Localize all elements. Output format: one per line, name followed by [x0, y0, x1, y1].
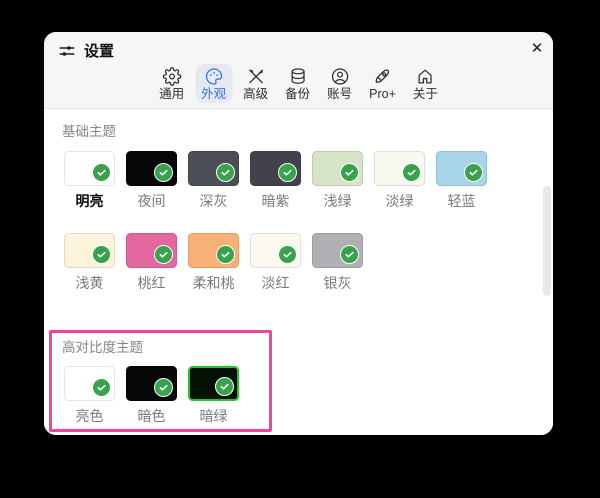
selected-check-icon	[464, 163, 483, 182]
theme-cell[interactable]: 轻蓝	[436, 151, 487, 211]
palette-icon	[204, 67, 223, 86]
database-icon	[288, 67, 307, 86]
theme-swatch[interactable]	[126, 366, 177, 401]
selected-check-icon	[216, 245, 235, 264]
title-row: 设置	[58, 40, 114, 61]
theme-cell[interactable]: 暗色	[126, 366, 177, 426]
theme-cell[interactable]: 淡红	[250, 233, 301, 293]
tab-about[interactable]: 关于	[407, 64, 444, 103]
theme-swatch[interactable]	[188, 366, 239, 401]
scrollbar-thumb[interactable]	[543, 186, 551, 296]
theme-swatch[interactable]	[312, 151, 363, 186]
tab-account[interactable]: 账号	[321, 64, 358, 103]
selected-check-icon	[340, 163, 359, 182]
theme-swatch[interactable]	[188, 233, 239, 268]
selected-check-icon	[340, 245, 359, 264]
theme-label: 浅黄	[75, 275, 104, 291]
selected-check-icon	[154, 378, 173, 397]
theme-label: 夜间	[137, 193, 166, 209]
theme-cell[interactable]: 银灰	[312, 233, 363, 293]
appearance-panel: 基础主题 明亮 夜间 深灰 暗紫 浅绿 淡绿 轻蓝 浅黄 桃红 柔和桃 淡红 银…	[44, 109, 553, 435]
theme-cell[interactable]: 夜间	[126, 151, 177, 211]
theme-swatch[interactable]	[436, 151, 487, 186]
theme-cell[interactable]: 暗绿	[188, 366, 239, 426]
selected-check-icon	[278, 163, 297, 182]
tools-icon	[246, 67, 265, 86]
theme-label: 明亮	[75, 193, 104, 209]
account-icon	[330, 67, 349, 86]
home-icon	[416, 67, 435, 86]
theme-label: 深灰	[199, 193, 228, 209]
selected-check-icon	[92, 163, 111, 182]
high-contrast-section-annotated: 高对比度主题 亮色 暗色 暗绿	[49, 330, 272, 432]
tab-pro[interactable]: Pro+	[363, 64, 402, 103]
theme-swatch[interactable]	[64, 233, 115, 268]
settings-window: 设置 ✕ 通用 外观 高级 备份 账号 Pro+ 关于 基础主题 明亮 夜间 深…	[44, 32, 553, 435]
selected-check-icon	[92, 378, 111, 397]
theme-cell[interactable]: 淡绿	[374, 151, 425, 211]
basic-themes-section: 基础主题 明亮 夜间 深灰 暗紫 浅绿 淡绿 轻蓝 浅黄 桃红 柔和桃 淡红 银…	[44, 109, 553, 293]
window-title: 设置	[84, 43, 115, 60]
theme-label: 轻蓝	[447, 193, 476, 209]
theme-label: 银灰	[323, 275, 352, 291]
theme-cell[interactable]: 浅绿	[312, 151, 363, 211]
tab-appearance[interactable]: 外观	[195, 64, 233, 103]
basic-themes-grid: 明亮 夜间 深灰 暗紫 浅绿 淡绿 轻蓝 浅黄 桃红 柔和桃 淡红 银灰	[64, 151, 488, 293]
theme-swatch[interactable]	[250, 233, 301, 268]
theme-label: 亮色	[75, 408, 104, 424]
theme-cell[interactable]: 亮色	[64, 366, 115, 426]
theme-cell[interactable]: 暗紫	[250, 151, 301, 211]
theme-swatch[interactable]	[126, 151, 177, 186]
theme-label: 柔和桃	[192, 275, 235, 291]
theme-swatch[interactable]	[64, 366, 115, 401]
close-button[interactable]: ✕	[525, 36, 549, 60]
theme-label: 暗色	[137, 408, 166, 424]
theme-swatch[interactable]	[188, 151, 239, 186]
theme-cell[interactable]: 柔和桃	[188, 233, 239, 293]
theme-swatch[interactable]	[64, 151, 115, 186]
theme-label: 淡绿	[385, 193, 414, 209]
selected-check-icon	[154, 163, 173, 182]
selected-check-icon	[215, 377, 234, 396]
tab-general[interactable]: 通用	[153, 64, 190, 103]
theme-cell[interactable]: 深灰	[188, 151, 239, 211]
theme-label: 暗紫	[261, 193, 290, 209]
high-contrast-title: 高对比度主题	[62, 340, 143, 355]
theme-cell[interactable]: 桃红	[126, 233, 177, 293]
selected-check-icon	[216, 163, 235, 182]
sliders-icon	[58, 42, 76, 60]
selected-check-icon	[154, 245, 173, 264]
tab-advanced[interactable]: 高级	[237, 64, 274, 103]
window-header: 设置 ✕ 通用 外观 高级 备份 账号 Pro+ 关于	[44, 32, 553, 109]
tab-backup[interactable]: 备份	[279, 64, 316, 103]
gear-icon	[162, 67, 181, 86]
settings-tabbar: 通用 外观 高级 备份 账号 Pro+ 关于	[153, 64, 444, 103]
theme-label: 暗绿	[199, 408, 228, 424]
high-contrast-grid: 亮色 暗色 暗绿	[64, 366, 269, 426]
theme-cell[interactable]: 明亮	[64, 151, 115, 211]
theme-swatch[interactable]	[374, 151, 425, 186]
theme-cell[interactable]: 浅黄	[64, 233, 115, 293]
theme-label: 浅绿	[323, 193, 352, 209]
theme-label: 桃红	[137, 275, 166, 291]
rocket-icon	[373, 67, 392, 86]
basic-themes-title: 基础主题	[62, 124, 116, 139]
theme-swatch[interactable]	[250, 151, 301, 186]
theme-swatch[interactable]	[312, 233, 363, 268]
theme-swatch[interactable]	[126, 233, 177, 268]
theme-label: 淡红	[261, 275, 290, 291]
selected-check-icon	[402, 163, 421, 182]
selected-check-icon	[92, 245, 111, 264]
selected-check-icon	[278, 245, 297, 264]
